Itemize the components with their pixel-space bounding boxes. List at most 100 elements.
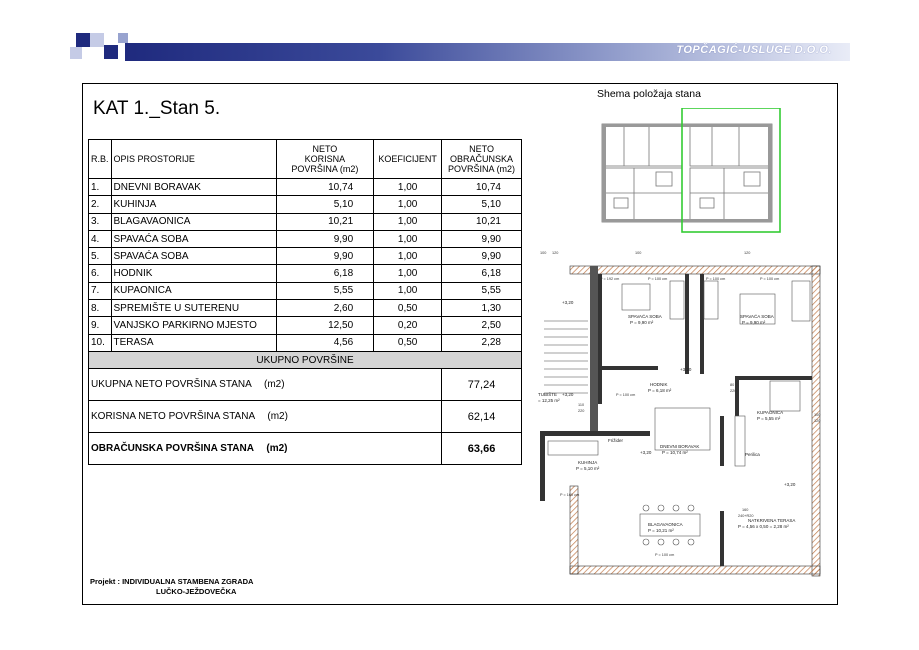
plan-level-1: +3,20 [562, 300, 574, 305]
total-label: KORISNA NETO POVRŠINA STANA (m2) [87, 400, 443, 434]
table-row: 1. DNEVNI BORAVAK 10,74 1,00 10,74 [88, 177, 522, 197]
row-neto: 9,90 [275, 229, 375, 249]
col-rb: R.B. [88, 139, 112, 179]
subtotal-header: UKUPNO POVRŠINE [88, 350, 522, 370]
row-rb: 1. [88, 177, 112, 197]
outer-walls [569, 265, 821, 577]
row-neto: 6,18 [275, 264, 375, 283]
plan-dim-6: P = 160 cm [560, 493, 579, 497]
row-name: KUPAONICA [110, 281, 277, 301]
plan-d12: 240+R20 [738, 514, 754, 518]
row-rb: 8. [88, 299, 112, 318]
plan-label-blagavaonica-area: P = 10,21 m² [648, 528, 674, 533]
plan-label-soba-2-area: P = 9,90 m² [742, 320, 766, 325]
staircase [544, 320, 588, 394]
row-neto: 12,50 [275, 316, 375, 335]
row-obr: 5,10 [441, 195, 522, 214]
plan-label-kuhinja: KUHINJA [578, 460, 597, 465]
col-koef: KOEFICIJENT [373, 139, 443, 179]
col-obr-line3: POVRŠINA (m2) [448, 164, 516, 174]
col-obr: NETO OBRAČUNSKA POVRŠINA (m2) [441, 139, 522, 179]
plan-label-soba-2: SPAVAĆA SOBA [740, 313, 774, 319]
plan-d2: 120 [552, 251, 558, 255]
total-value: 63,66 [441, 432, 522, 466]
plan-label-terasa: NATKRIVENA TERASA [748, 518, 795, 523]
row-koef: 0,50 [373, 333, 443, 352]
row-koef: 0,20 [373, 316, 443, 335]
project-info: Projekt : INDIVIDUALNA STAMBENA ZGRADA L… [90, 577, 253, 597]
row-name: DNEVNI BORAVAK [110, 177, 277, 197]
table-row: 2. KUHINJA 5,10 1,00 5,10 [88, 195, 522, 214]
rooms-table: R.B. OPIS PROSTORIJE NETO KORISNA POVRŠI… [87, 139, 522, 466]
table-row: 5. SPAVAĆA SOBA 9,90 1,00 9,90 [88, 247, 522, 266]
plan-label-perilica: Perilica [745, 452, 760, 457]
plan-label-terasa-area: P = 4,56 x 0,50 = 2,28 m² [738, 524, 789, 529]
row-rb: 7. [88, 281, 112, 301]
row-neto: 2,60 [275, 299, 375, 318]
scheme-unit-2 [689, 125, 771, 167]
row-name: SPREMIŠTE U SUTERENU [110, 299, 277, 318]
row-obr: 2,28 [441, 333, 522, 352]
row-name: SPAVAĆA SOBA [110, 229, 277, 249]
plan-d11: 160 [742, 508, 748, 512]
col-neto: NETO KORISNA POVRŠINA (m2) [275, 139, 375, 179]
row-obr: 5,55 [441, 281, 522, 301]
col-neto-line3: POVRŠINA (m2) [291, 164, 359, 174]
plan-label-kuhinja-area: P = 5,10 m² [576, 466, 600, 471]
logo-square-mid [118, 33, 128, 43]
row-koef: 1,00 [373, 281, 443, 301]
row-neto: 5,55 [275, 281, 375, 301]
row-rb: 5. [88, 247, 112, 266]
col-neto-line1: NETO [312, 144, 338, 154]
plan-level-5: +3,20 [784, 482, 796, 487]
plan-label-tubiste: TUBIŠTE [538, 391, 557, 397]
scheme-unit-3 [603, 167, 683, 221]
row-neto: 10,21 [275, 212, 375, 231]
plan-d9: 100 [814, 413, 820, 417]
row-koef: 0,50 [373, 299, 443, 318]
plan-d6: 220 [578, 409, 584, 413]
plan-level-3: +3,20 [640, 450, 652, 455]
plan-label-hodnik-area: P = 6,18 m² [648, 388, 672, 393]
row-name: BLAGAVAONICA [110, 212, 277, 231]
row-neto: 4,56 [275, 333, 375, 352]
total-row-korisna: KORISNA NETO POVRŠINA STANA (m2) 62,14 [87, 400, 522, 434]
row-obr: 9,90 [441, 229, 522, 249]
plan-label-soba-1-area: P = 9,90 m² [630, 320, 654, 325]
total-unit: (m2) [266, 443, 288, 455]
row-rb: 3. [88, 212, 112, 231]
subtotal-header-row: UKUPNO POVRŠINE [88, 350, 522, 370]
logo-square-light-2 [70, 47, 82, 59]
plan-d5: 110 [578, 403, 584, 407]
plan-d4: 120 [744, 251, 750, 255]
plan-label-frizider: Frižider [608, 438, 624, 443]
schema-label: Shema položaja stana [597, 88, 701, 100]
table-row: 7. KUPAONICA 5,55 1,00 5,55 [88, 281, 522, 301]
col-obr-line1: NETO [469, 144, 494, 154]
table-header-row: R.B. OPIS PROSTORIJE NETO KORISNA POVRŠI… [88, 139, 522, 179]
row-neto: 9,90 [275, 247, 375, 266]
scheme-unit-4 [689, 167, 771, 221]
plan-label-kupaonica: KUPAONICA [757, 410, 783, 415]
total-label-text: OBRAČUNSKA POVRŠINA STANA [91, 443, 254, 455]
plan-label-soba-1: SPAVAĆA SOBA [628, 313, 662, 319]
col-opis: OPIS PROSTORIJE [110, 139, 277, 179]
row-rb: 10. [88, 333, 112, 352]
table-row: 8. SPREMIŠTE U SUTERENU 2,60 0,50 1,30 [88, 299, 522, 318]
total-label: OBRAČUNSKA POVRŠINA STANA (m2) [87, 432, 443, 466]
scheme-unit-1 [603, 125, 683, 167]
row-name: HODNIK [110, 264, 277, 283]
plan-label-hodnik: HODNIK [650, 382, 668, 387]
table-row: 10. TERASA 4,56 0,50 2,28 [88, 333, 522, 352]
plan-label-dnevni: DNEVNI BORAVAK [660, 444, 699, 449]
total-unit: (m2) [267, 411, 288, 423]
scheme-outline [601, 123, 773, 223]
plan-label-dnevni-area: P = 10,74 m² [662, 450, 688, 455]
row-name: KUHINJA [110, 195, 277, 214]
col-obr-line2: OBRAČUNSKA [450, 154, 514, 164]
plan-dim-7: P = 100 cm [655, 553, 674, 557]
plan-dim-3: P = 100 cm [706, 277, 725, 281]
col-neto-line2: KORISNA [304, 154, 346, 164]
row-obr: 10,74 [441, 177, 522, 197]
row-koef: 1,00 [373, 247, 443, 266]
